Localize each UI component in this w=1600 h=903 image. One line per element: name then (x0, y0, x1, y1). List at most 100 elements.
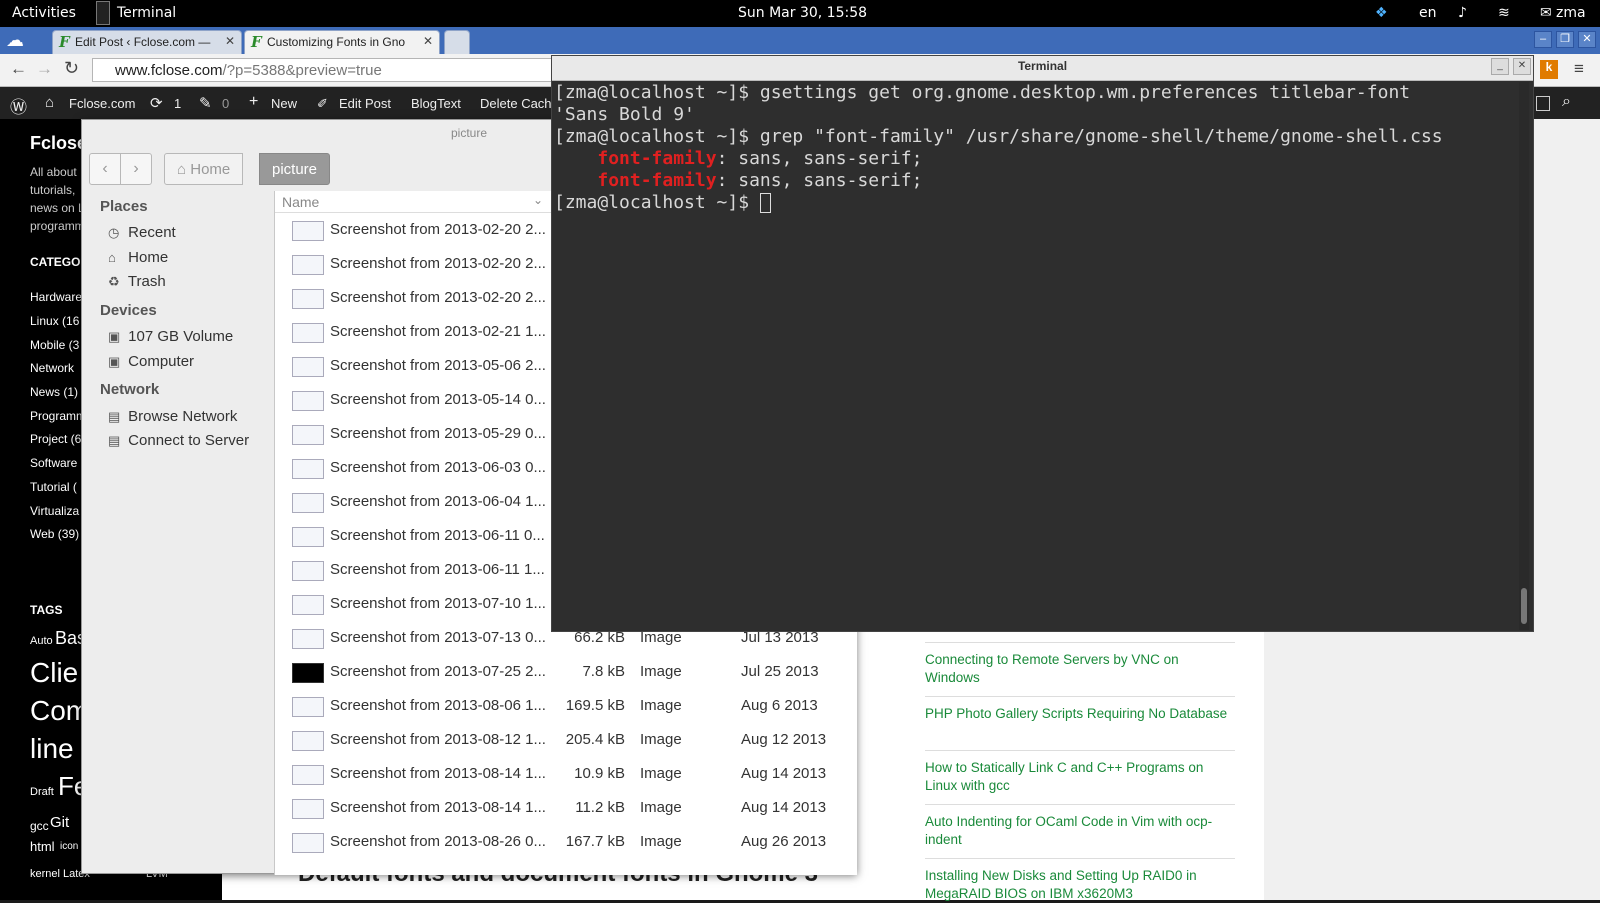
related-article-link[interactable]: Connecting to Remote Servers by VNC on W… (925, 651, 1235, 687)
related-article-link[interactable]: Auto Indenting for OCaml Code in Vim wit… (925, 813, 1235, 849)
tab-label: Edit Post ‹ Fclose.com — (75, 35, 211, 49)
reload-icon[interactable]: ↻ (64, 58, 79, 79)
scrollbar-thumb[interactable] (1521, 588, 1527, 624)
minimize-icon[interactable]: – (1534, 31, 1552, 48)
breadcrumb-home[interactable]: ⌂ Home (164, 153, 244, 185)
back-icon[interactable]: ← (10, 59, 27, 79)
close-icon[interactable]: ✕ (1578, 31, 1596, 48)
cursor (759, 193, 771, 213)
category-link[interactable]: Tutorial ( (30, 480, 77, 494)
sort-chevron-icon[interactable]: ⌄ (533, 193, 543, 207)
close-icon[interactable]: ✕ (423, 34, 433, 48)
back-icon[interactable]: ‹ (89, 153, 121, 185)
name-column-header[interactable]: Name (282, 194, 319, 210)
sidebar-item-browse-network[interactable]: ▤ Browse Network (108, 408, 237, 425)
edit-post-link[interactable]: Edit Post (339, 96, 391, 111)
file-name: Screenshot from 2013-02-21 1... (330, 323, 545, 340)
file-row[interactable]: Screenshot from 2013-08-12 1... 205.4 kB I… (275, 724, 858, 757)
file-row[interactable]: Screenshot from 2013-08-14 1... 10.9 kB Im… (275, 758, 858, 791)
category-link[interactable]: Hardware (30, 290, 82, 304)
image-thumbnail-icon (292, 697, 324, 717)
breadcrumb-current[interactable]: picture (259, 153, 331, 185)
sidebar-item-volume[interactable]: ▣ 107 GB Volume (108, 328, 233, 345)
sidebar-item-recent[interactable]: ◷ Recent (108, 224, 176, 241)
file-name: Screenshot from 2013-07-10 1... (330, 595, 545, 612)
favicon-icon: F (59, 33, 70, 51)
tag-link[interactable]: Auto (30, 635, 53, 647)
file-name: Screenshot from 2013-06-03 0... (330, 459, 545, 476)
file-row[interactable]: Screenshot from 2013-07-25 2... 7.8 kB Ima… (275, 656, 858, 689)
sidebar-item-computer[interactable]: ▣ Computer (108, 353, 194, 370)
volume-icon[interactable]: ♪ (1458, 5, 1467, 21)
related-article-link[interactable]: How to Statically Link C and C++ Program… (925, 759, 1235, 795)
file-size: 167.7 kB (565, 833, 625, 850)
file-name: Screenshot from 2013-08-06 1... (330, 697, 545, 714)
related-article-link[interactable]: PHP Photo Gallery Scripts Requiring No D… (925, 705, 1235, 723)
dropbox-icon[interactable]: ❖ (1375, 5, 1388, 21)
site-name-link[interactable]: Fclose.com (69, 96, 135, 111)
url-input[interactable]: www.fclose.com/?p=5388&preview=true (92, 58, 562, 82)
maximize-icon[interactable]: ❐ (1556, 31, 1574, 48)
divider (925, 858, 1235, 859)
file-row[interactable]: Screenshot from 2013-08-26 0... 167.7 kB I… (275, 826, 858, 859)
file-row[interactable]: Screenshot from 2013-08-06 1... 169.5 kB I… (275, 690, 858, 723)
forward-icon[interactable]: › (120, 153, 152, 185)
comments-count[interactable]: 0 (222, 96, 229, 111)
wordpress-icon[interactable]: Ⓦ (10, 93, 27, 118)
category-link[interactable]: Linux (16 (30, 314, 79, 328)
category-link[interactable]: Programm (30, 409, 86, 423)
category-link[interactable]: News (1) (30, 385, 78, 399)
app-menu[interactable]: Terminal (117, 5, 176, 21)
search-icon[interactable]: ⌕ (1562, 93, 1571, 111)
sidebar-item-trash[interactable]: ♻ Trash (108, 273, 166, 290)
new-link[interactable]: New (271, 96, 297, 111)
tag-link[interactable]: gcc (30, 819, 49, 833)
tag-link[interactable]: line (30, 733, 74, 765)
category-link[interactable]: Software (30, 456, 77, 470)
file-date: Jul 25 2013 (741, 663, 819, 680)
home-icon: ⌂ (108, 250, 116, 265)
blogtext-link[interactable]: BlogText (411, 96, 461, 111)
sidebar-item-connect-server[interactable]: ▤ Connect to Server (108, 432, 249, 449)
tag-link[interactable]: Clie (30, 657, 78, 689)
tab-label: Customizing Fonts in Gno (267, 35, 406, 49)
new-tab-button[interactable] (444, 30, 470, 54)
sidebar-item-home[interactable]: ⌂ Home (108, 249, 168, 266)
activities-button[interactable]: Activities (12, 5, 76, 21)
image-thumbnail-icon (292, 799, 324, 819)
category-link[interactable]: Network (30, 361, 74, 375)
file-row[interactable]: Screenshot from 2013-08-14 1... 11.2 kB Im… (275, 792, 858, 825)
terminal-line: font-family: sans, sans-serif; (597, 170, 923, 191)
terminal-scrollbar[interactable] (1519, 82, 1529, 630)
close-icon[interactable]: ✕ (225, 34, 235, 48)
clock[interactable]: Sun Mar 30, 15:58 (738, 5, 867, 21)
user-icon[interactable]: ✉ (1540, 5, 1552, 21)
tab-edit-post[interactable]: F Edit Post ‹ Fclose.com — ✕ (52, 30, 242, 54)
forward-icon[interactable]: → (36, 59, 53, 79)
user-menu[interactable]: zma (1556, 5, 1586, 21)
category-link[interactable]: Web (39) (30, 527, 79, 541)
minimize-icon[interactable]: _ (1491, 58, 1509, 75)
category-link[interactable]: Virtualiza (30, 504, 79, 518)
close-icon[interactable]: ✕ (1513, 58, 1531, 75)
tag-link[interactable]: Git (50, 814, 69, 831)
image-thumbnail-icon (292, 357, 324, 377)
window-controls: – ❐ ✕ (1530, 29, 1596, 48)
avatar[interactable] (1536, 96, 1550, 111)
delete-cache-link[interactable]: Delete Cach (480, 96, 552, 111)
category-link[interactable]: Mobile (3 (30, 338, 79, 352)
language-indicator[interactable]: en (1419, 5, 1437, 21)
extension-icon[interactable]: k (1540, 60, 1558, 79)
related-article-link[interactable]: Installing New Disks and Setting Up RAID… (925, 867, 1235, 903)
tag-link[interactable]: icon (60, 841, 78, 852)
image-thumbnail-icon (292, 765, 324, 785)
terminal-output[interactable]: [zma@localhost ~]$ gsettings get org.gno… (554, 82, 1509, 630)
tag-link[interactable]: html (30, 839, 55, 854)
updates-count[interactable]: 1 (174, 96, 181, 111)
category-link[interactable]: Project (6 (30, 432, 81, 446)
tab-customizing-fonts[interactable]: F Customizing Fonts in Gno ✕ (244, 30, 440, 54)
tag-link[interactable]: kernel (30, 868, 60, 880)
menu-icon[interactable]: ≡ (1574, 59, 1584, 79)
wifi-icon[interactable]: ≋ (1498, 5, 1510, 21)
tag-link[interactable]: Draft (30, 786, 54, 798)
